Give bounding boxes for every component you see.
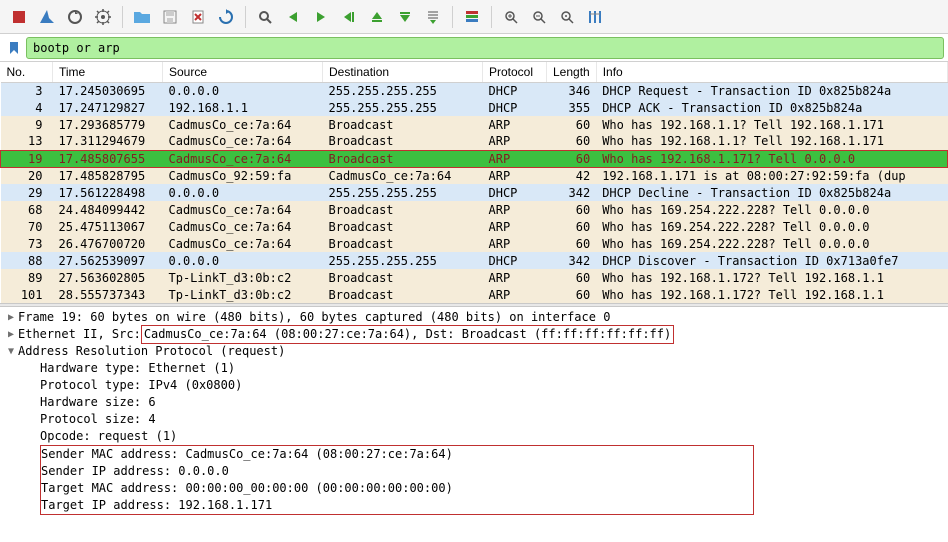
packet-row[interactable]: 2917.5612284980.0.0.0255.255.255.255DHCP… xyxy=(1,184,948,201)
packet-row[interactable]: 917.293685779CadmusCo_ce:7a:64BroadcastA… xyxy=(1,116,948,133)
toolbar-separator xyxy=(122,6,123,28)
expand-icon[interactable]: ▶ xyxy=(4,309,18,326)
col-header-protocol[interactable]: Protocol xyxy=(483,62,547,82)
tree-sender-ip[interactable]: Sender IP address: 0.0.0.0 xyxy=(41,463,453,480)
tree-arp[interactable]: ▼ Address Resolution Protocol (request) xyxy=(0,343,948,360)
find-icon[interactable] xyxy=(252,4,278,30)
col-header-length[interactable]: Length xyxy=(547,62,597,82)
zoom-in-icon[interactable] xyxy=(498,4,524,30)
packet-row[interactable]: 1917.485807655CadmusCo_ce:7a:64Broadcast… xyxy=(1,150,948,167)
display-filter-input[interactable] xyxy=(26,37,944,59)
tree-hwtype[interactable]: Hardware type: Ethernet (1) xyxy=(0,360,948,377)
col-header-source[interactable]: Source xyxy=(163,62,323,82)
restart-capture-icon[interactable] xyxy=(62,4,88,30)
zoom-100-icon[interactable] xyxy=(554,4,580,30)
packet-row[interactable]: 8927.563602805Tp-LinkT_d3:0b:c2Broadcast… xyxy=(1,269,948,286)
open-folder-icon[interactable] xyxy=(129,4,155,30)
tree-eth-prefix: Ethernet II, Src: xyxy=(18,326,141,343)
tree-target-mac[interactable]: Target MAC address: 00:00:00_00:00:00 (0… xyxy=(41,480,453,497)
tree-sender-mac[interactable]: Sender MAC address: CadmusCo_ce:7a:64 (0… xyxy=(41,446,453,463)
tree-eth-highlight: CadmusCo_ce:7a:64 (08:00:27:ce:7a:64), D… xyxy=(141,325,674,344)
main-toolbar xyxy=(0,0,948,34)
stop-capture-icon[interactable] xyxy=(6,4,32,30)
toolbar-separator xyxy=(245,6,246,28)
reload-file-icon[interactable] xyxy=(213,4,239,30)
jump-up-icon[interactable] xyxy=(364,4,390,30)
tree-addr-group-highlight: Sender MAC address: CadmusCo_ce:7a:64 (0… xyxy=(40,445,754,515)
packet-details-pane[interactable]: ▶ Frame 19: 60 bytes on wire (480 bits),… xyxy=(0,307,948,517)
toolbar-separator xyxy=(491,6,492,28)
resize-columns-icon[interactable] xyxy=(582,4,608,30)
packet-row[interactable]: 317.2450306950.0.0.0255.255.255.255DHCP3… xyxy=(1,82,948,99)
col-header-time[interactable]: Time xyxy=(53,62,163,82)
options-icon[interactable] xyxy=(90,4,116,30)
tree-target-ip[interactable]: Target IP address: 192.168.1.171 xyxy=(41,497,453,514)
col-header-destination[interactable]: Destination xyxy=(323,62,483,82)
autoscroll-icon[interactable] xyxy=(420,4,446,30)
packet-row[interactable]: 10128.555737343Tp-LinkT_d3:0b:c2Broadcas… xyxy=(1,286,948,303)
packet-row[interactable]: 7326.476700720CadmusCo_ce:7a:64Broadcast… xyxy=(1,235,948,252)
packet-row[interactable]: 7025.475113067CadmusCo_ce:7a:64Broadcast… xyxy=(1,218,948,235)
jump-back-icon[interactable] xyxy=(336,4,362,30)
packet-list-header[interactable]: No. Time Source Destination Protocol Len… xyxy=(1,62,948,82)
collapse-icon[interactable]: ▼ xyxy=(4,343,18,360)
packet-row[interactable]: 6824.484099442CadmusCo_ce:7a:64Broadcast… xyxy=(1,201,948,218)
tree-opcode[interactable]: Opcode: request (1) xyxy=(0,428,948,445)
shark-fin-icon[interactable] xyxy=(34,4,60,30)
col-header-info[interactable]: Info xyxy=(596,62,947,82)
packet-row[interactable]: 2017.485828795CadmusCo_92:59:faCadmusCo_… xyxy=(1,167,948,184)
packet-row[interactable]: 417.247129827192.168.1.1255.255.255.255D… xyxy=(1,99,948,116)
bookmark-filter-icon[interactable] xyxy=(4,38,24,58)
go-back-icon[interactable] xyxy=(280,4,306,30)
tree-arp-label: Address Resolution Protocol (request) xyxy=(18,343,285,360)
packet-row[interactable]: 1317.311294679CadmusCo_ce:7a:64Broadcast… xyxy=(1,133,948,150)
tree-ethernet[interactable]: ▶ Ethernet II, Src: CadmusCo_ce:7a:64 (0… xyxy=(0,326,948,343)
zoom-out-icon[interactable] xyxy=(526,4,552,30)
packet-list-table[interactable]: No. Time Source Destination Protocol Len… xyxy=(0,62,948,303)
tree-frame[interactable]: ▶ Frame 19: 60 bytes on wire (480 bits),… xyxy=(0,309,948,326)
toolbar-separator xyxy=(452,6,453,28)
tree-protosize[interactable]: Protocol size: 4 xyxy=(0,411,948,428)
jump-down-icon[interactable] xyxy=(392,4,418,30)
tree-prototype[interactable]: Protocol type: IPv4 (0x0800) xyxy=(0,377,948,394)
display-filter-bar xyxy=(0,34,948,62)
go-forward-icon[interactable] xyxy=(308,4,334,30)
colorize-icon[interactable] xyxy=(459,4,485,30)
tree-hwsize[interactable]: Hardware size: 6 xyxy=(0,394,948,411)
col-header-no[interactable]: No. xyxy=(1,62,53,82)
save-icon[interactable] xyxy=(157,4,183,30)
close-file-icon[interactable] xyxy=(185,4,211,30)
tree-frame-label: Frame 19: 60 bytes on wire (480 bits), 6… xyxy=(18,309,610,326)
expand-icon[interactable]: ▶ xyxy=(4,326,18,343)
packet-row[interactable]: 8827.5625390970.0.0.0255.255.255.255DHCP… xyxy=(1,252,948,269)
